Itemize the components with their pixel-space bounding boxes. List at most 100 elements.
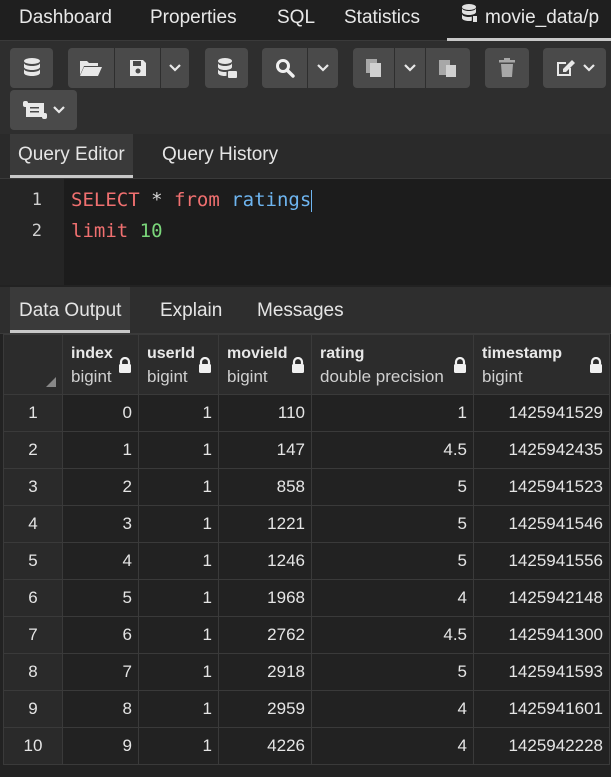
table-cell[interactable]: 4 xyxy=(311,690,474,728)
sql-editor[interactable]: 1 2 SELECT * from ratings limit 10 xyxy=(0,179,611,285)
paste-button[interactable] xyxy=(426,48,470,88)
table-cell[interactable]: 1 xyxy=(138,579,219,617)
find-options-dropdown[interactable] xyxy=(308,48,338,88)
table-cell[interactable]: 5 xyxy=(311,505,474,543)
table-cell[interactable]: 1 xyxy=(138,542,219,580)
table-cell[interactable]: 1425942435 xyxy=(473,431,610,469)
column-header-userid[interactable]: userId bigint xyxy=(138,334,219,395)
table-cell[interactable]: 1 xyxy=(138,690,219,728)
row-number[interactable]: 5 xyxy=(3,542,63,580)
table-cell[interactable]: 5 xyxy=(311,468,474,506)
table-cell[interactable]: 1425942148 xyxy=(473,579,610,617)
open-file-button[interactable] xyxy=(68,48,114,88)
table-row[interactable]: 8 7 1 2918 5 1425941593 xyxy=(3,653,610,691)
tab-explain[interactable]: Explain xyxy=(151,287,231,333)
column-header-index[interactable]: index bigint xyxy=(62,334,139,395)
table-cell[interactable]: 1425941593 xyxy=(473,653,610,691)
table-cell[interactable]: 1 xyxy=(138,394,219,432)
table-cell[interactable]: 1 xyxy=(138,468,219,506)
table-cell[interactable]: 1425941300 xyxy=(473,616,610,654)
tab-statistics[interactable]: Statistics xyxy=(344,0,420,38)
row-number[interactable]: 7 xyxy=(3,616,63,654)
table-cell[interactable]: 4.5 xyxy=(311,616,474,654)
table-cell[interactable]: 1 xyxy=(138,616,219,654)
table-cell[interactable]: 4 xyxy=(62,542,139,580)
table-cell[interactable]: 5 xyxy=(311,653,474,691)
tab-messages[interactable]: Messages xyxy=(248,287,353,333)
table-cell[interactable]: 1968 xyxy=(218,579,312,617)
select-all-corner[interactable] xyxy=(3,334,63,395)
table-cell[interactable]: 4226 xyxy=(218,727,312,765)
table-cell[interactable]: 1425942228 xyxy=(473,727,610,765)
table-cell[interactable]: 858 xyxy=(218,468,312,506)
table-cell[interactable]: 4 xyxy=(311,579,474,617)
edit-button[interactable] xyxy=(543,48,606,88)
column-header-timestamp[interactable]: timestamp bigint xyxy=(473,334,610,395)
column-header-movieid[interactable]: movieId bigint xyxy=(218,334,312,395)
row-number[interactable]: 10 xyxy=(3,727,63,765)
table-cell[interactable]: 8 xyxy=(62,690,139,728)
table-row[interactable]: 3 2 1 858 5 1425941523 xyxy=(3,468,610,506)
table-cell[interactable]: 4 xyxy=(311,727,474,765)
table-cell[interactable]: 1425941523 xyxy=(473,468,610,506)
table-cell[interactable]: 2762 xyxy=(218,616,312,654)
table-cell[interactable]: 1 xyxy=(138,653,219,691)
table-cell[interactable]: 1425941556 xyxy=(473,542,610,580)
table-cell[interactable]: 1 xyxy=(311,394,474,432)
server-button[interactable] xyxy=(205,48,248,88)
table-cell[interactable]: 2918 xyxy=(218,653,312,691)
table-row[interactable]: 7 6 1 2762 4.5 1425941300 xyxy=(3,616,610,654)
save-button[interactable] xyxy=(115,48,160,88)
table-cell[interactable]: 1 xyxy=(138,505,219,543)
table-cell[interactable]: 4.5 xyxy=(311,431,474,469)
table-row[interactable]: 4 3 1 1221 5 1425941546 xyxy=(3,505,610,543)
row-number[interactable]: 1 xyxy=(3,394,63,432)
table-cell[interactable]: 2 xyxy=(62,468,139,506)
table-cell[interactable]: 110 xyxy=(218,394,312,432)
macros-button[interactable] xyxy=(10,90,77,130)
table-cell[interactable]: 2959 xyxy=(218,690,312,728)
table-row[interactable]: 5 4 1 1246 5 1425941556 xyxy=(3,542,610,580)
row-number[interactable]: 3 xyxy=(3,468,63,506)
table-cell[interactable]: 6 xyxy=(62,616,139,654)
table-cell[interactable]: 1246 xyxy=(218,542,312,580)
delete-button[interactable] xyxy=(485,48,529,88)
table-cell[interactable]: 9 xyxy=(62,727,139,765)
table-cell[interactable]: 7 xyxy=(62,653,139,691)
table-cell[interactable]: 1221 xyxy=(218,505,312,543)
table-cell[interactable]: 1 xyxy=(138,727,219,765)
table-cell[interactable]: 3 xyxy=(62,505,139,543)
tab-sql[interactable]: SQL xyxy=(277,0,315,38)
table-row[interactable]: 2 1 1 147 4.5 1425942435 xyxy=(3,431,610,469)
table-row[interactable]: 6 5 1 1968 4 1425942148 xyxy=(3,579,610,617)
row-number[interactable]: 2 xyxy=(3,431,63,469)
copy-options-dropdown[interactable] xyxy=(395,48,425,88)
table-cell[interactable]: 0 xyxy=(62,394,139,432)
find-button[interactable] xyxy=(262,48,307,88)
tab-query-history[interactable]: Query History xyxy=(154,134,286,176)
copy-button[interactable] xyxy=(353,48,394,88)
table-row[interactable]: 10 9 1 4226 4 1425942228 xyxy=(3,727,610,765)
tab-properties[interactable]: Properties xyxy=(150,0,237,38)
column-header-rating[interactable]: rating double precision xyxy=(311,334,474,395)
table-cell[interactable]: 5 xyxy=(62,579,139,617)
tab-data-output[interactable]: Data Output xyxy=(10,287,131,333)
save-options-dropdown[interactable] xyxy=(161,48,189,88)
table-row[interactable]: 9 8 1 2959 4 1425941601 xyxy=(3,690,610,728)
row-number[interactable]: 6 xyxy=(3,579,63,617)
table-cell[interactable]: 1425941546 xyxy=(473,505,610,543)
row-number[interactable]: 8 xyxy=(3,653,63,691)
table-cell[interactable]: 1425941601 xyxy=(473,690,610,728)
table-cell[interactable]: 1 xyxy=(62,431,139,469)
table-cell[interactable]: 1425941529 xyxy=(473,394,610,432)
tab-query-tool[interactable]: movie_data/p xyxy=(447,0,611,41)
tab-dashboard[interactable]: Dashboard xyxy=(19,0,112,38)
table-cell[interactable]: 5 xyxy=(311,542,474,580)
row-number[interactable]: 4 xyxy=(3,505,63,543)
table-cell[interactable]: 147 xyxy=(218,431,312,469)
table-row[interactable]: 1 0 1 110 1 1425941529 xyxy=(3,394,610,432)
tab-query-editor[interactable]: Query Editor xyxy=(10,134,133,178)
table-cell[interactable]: 1 xyxy=(138,431,219,469)
database-button[interactable] xyxy=(10,48,53,88)
row-number[interactable]: 9 xyxy=(3,690,63,728)
